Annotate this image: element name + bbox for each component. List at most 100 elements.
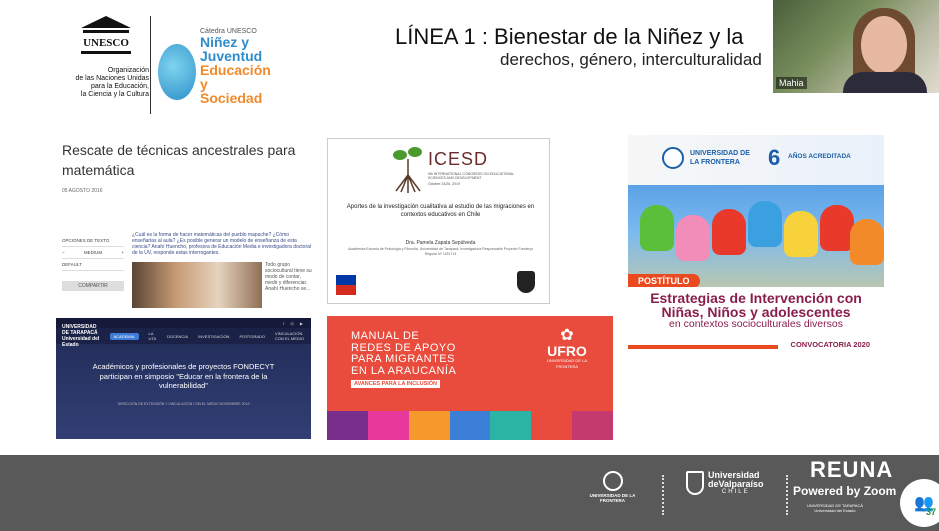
footer-ufro-logo: UNIVERSIDAD DE LA FRONTERA <box>585 471 640 503</box>
ufro-flower-icon: ✿ <box>560 327 574 344</box>
nav-item[interactable]: DOCENCIA <box>167 334 188 339</box>
rescate-side-text: Todo grupo sociocultural tiene su modo d… <box>265 262 312 292</box>
manual-line-1: MANUAL DE <box>351 330 420 342</box>
fondecyt-small: DIRECCIÓN DE EXTENSIÓN Y VINCULACIÓN CON… <box>117 402 250 406</box>
video-face <box>861 16 907 74</box>
reuna-logo: REUNA <box>810 457 894 482</box>
uv-line-2: deValparaíso <box>708 479 764 489</box>
powered-by-zoom: Powered by Zoom <box>793 484 897 498</box>
rescate-article-card: Rescate de técnicas ancestrales para mat… <box>57 140 312 308</box>
slide-title: LÍNEA 1 : Bienestar de la Niñez y la <box>395 24 744 49</box>
fondecyt-nav: UNIVERSIDAD DE TARAPACÁ Universidad del … <box>56 324 311 348</box>
band-segment <box>490 411 532 440</box>
fondecyt-title: Académicos y profesionales de proyectos … <box>92 362 275 390</box>
rescate-body: ¿Cuál es la forma de hacer matemáticas d… <box>132 232 312 256</box>
uv-country: CHILE <box>721 489 750 495</box>
postitulo-acred: AÑOS ACREDITADA <box>788 153 851 160</box>
social-icon: f <box>283 320 285 326</box>
ufro-name: UFRO <box>547 343 587 359</box>
catedra-line-2: Juventud <box>200 48 263 64</box>
icesd-date: October 24/26, 2019 <box>428 182 460 186</box>
fondecyt-card: f ◎ ▶ UNIVERSIDAD DE TARAPACÁ Universidad … <box>56 318 311 439</box>
text-options-label: OPCIONES DE TEXTO <box>62 235 124 247</box>
band-segment <box>531 411 573 440</box>
unesco-line-3: para la Educación, <box>91 83 149 90</box>
hand-red-2 <box>820 205 854 251</box>
band-segment <box>449 411 491 440</box>
painted-hands-image <box>628 185 884 285</box>
hand-red <box>712 209 746 255</box>
hand-blue <box>748 201 782 247</box>
manual-color-band <box>327 411 613 440</box>
postitulo-univ: UNIVERSIDAD DE LA FRONTERA <box>690 150 750 166</box>
postitulo-title-box: Estrategias de Intervención con Niñas, N… <box>628 287 884 349</box>
nav-item[interactable]: LA UTA <box>149 331 157 341</box>
icesd-talk-title: Aportes de la investigación cualitativa … <box>346 204 535 218</box>
footer-uta-logo: UNIVERSIDAD DE TARAPACÁ Universidad del … <box>806 503 863 513</box>
minus-icon[interactable]: − <box>62 250 65 255</box>
participant-count: 37 <box>925 507 936 517</box>
postitulo-card: UNIVERSIDAD DE LA FRONTERA 6 AÑOS ACREDI… <box>628 135 884 349</box>
rescate-title: Rescate de técnicas ancestrales para mat… <box>62 142 296 178</box>
unesco-temple-icon: UNESCO <box>80 16 131 54</box>
ufro-crest-icon <box>602 471 623 491</box>
postitulo-badge: POSTÍTULO <box>628 274 700 288</box>
band-segment <box>572 411 613 440</box>
icesd-card: ICESD 9th INTERNATIONAL CONGRESS ON EDUC… <box>327 138 550 304</box>
participant-video[interactable]: Mahia <box>773 0 939 93</box>
hand-yellow <box>784 211 818 257</box>
uv-shield-icon <box>686 471 704 495</box>
unesco-line-4: la Ciencia y la Cultura <box>80 91 149 98</box>
manual-line-4: EN LA ARAUCANÍA <box>351 364 457 377</box>
ufro-sub: UNIVERSIDAD DE LA FRONTERA <box>546 358 587 369</box>
social-icon: ▶ <box>299 320 303 326</box>
manual-line-3: PARA MIGRANTES <box>351 353 455 365</box>
video-shirt <box>843 72 927 93</box>
plus-icon[interactable]: + <box>121 250 124 255</box>
icesd-subtitle-text: 9th INTERNATIONAL CONGRESS ON EDUCATIONA… <box>428 172 515 180</box>
catedra-line-3: Educación <box>200 62 271 78</box>
hand-pink <box>676 215 710 261</box>
unesco-logo: UNESCO Organización de las Naciones Unid… <box>58 14 153 99</box>
band-segment <box>408 411 450 440</box>
rescate-date: 05 AGOSTO 2016 <box>62 188 103 194</box>
manual-card: MANUAL DE REDES DE APOYO PARA MIGRANTES … <box>327 316 613 440</box>
hand-orange <box>850 219 884 265</box>
footer-uv-text: Universidad deValparaíso CHILE <box>708 471 764 496</box>
postitulo-main-title: Estrategias de Intervención con Niñas, N… <box>650 290 862 320</box>
slide-footer: UNIVERSIDAD DE LA FRONTERA Universidad d… <box>0 455 939 531</box>
uta-logo: UNIVERSIDAD DE TARAPACÁ Universidad del … <box>62 324 100 348</box>
nav-item[interactable]: VINCULACIÓN CON EL MEDIO <box>275 331 311 341</box>
text-size-label: MEDIUM <box>83 250 103 255</box>
unesco-org-text: Organización de las Naciones Unidas para… <box>58 67 153 99</box>
nav-item[interactable]: POSTGRADO <box>239 334 265 339</box>
svg-text:UNESCO: UNESCO <box>83 37 129 49</box>
postitulo-subtitle: en contextos socioculturales diversos <box>669 318 843 330</box>
catedra-logo: Cátedra UNESCO Niñez y Juventud Educació… <box>158 28 273 105</box>
share-button[interactable]: COMPARTIR <box>62 281 124 291</box>
unesco-line-2: de las Naciones Unidas <box>75 75 149 82</box>
manual-tag: AVANCES PARA LA INCLUSIÓN <box>351 380 441 388</box>
postitulo-convocatoria: CONVOCATORIA 2020 <box>790 340 870 349</box>
text-default-row[interactable]: DEFAULT <box>62 259 124 271</box>
footer-ufro-text: UNIVERSIDAD DE LA FRONTERA <box>589 493 636 503</box>
participant-name: Mahia <box>776 77 807 89</box>
icesd-subtitle: 9th INTERNATIONAL CONGRESS ON EDUCATIONA… <box>428 172 518 186</box>
ufro-crest-icon <box>662 147 684 169</box>
hand-green <box>640 205 674 251</box>
footer-uv-logo: Universidad deValparaíso CHILE <box>686 471 774 495</box>
tree-icon <box>393 147 422 193</box>
uta-crest-icon <box>517 271 535 293</box>
icesd-author: Dra. Pamela Zapata Sepúlveda <box>405 240 476 246</box>
text-size-row[interactable]: − MEDIUM + <box>62 247 124 259</box>
postitulo-years: 6 <box>768 145 781 170</box>
conicyt-logo <box>336 275 356 295</box>
rescate-hands-image <box>132 262 262 308</box>
nav-item[interactable]: INVESTIGACIÓN <box>198 334 229 339</box>
manual-title: MANUAL DE REDES DE APOYO PARA MIGRANTES … <box>351 330 457 377</box>
social-icon: ◎ <box>290 320 294 326</box>
postitulo-accent-bar <box>628 345 778 349</box>
catedra-line-4: y Sociedad <box>200 76 263 106</box>
icesd-details: Académica Escuela de Psicología y Filoso… <box>348 247 533 256</box>
footer-divider <box>662 475 664 515</box>
